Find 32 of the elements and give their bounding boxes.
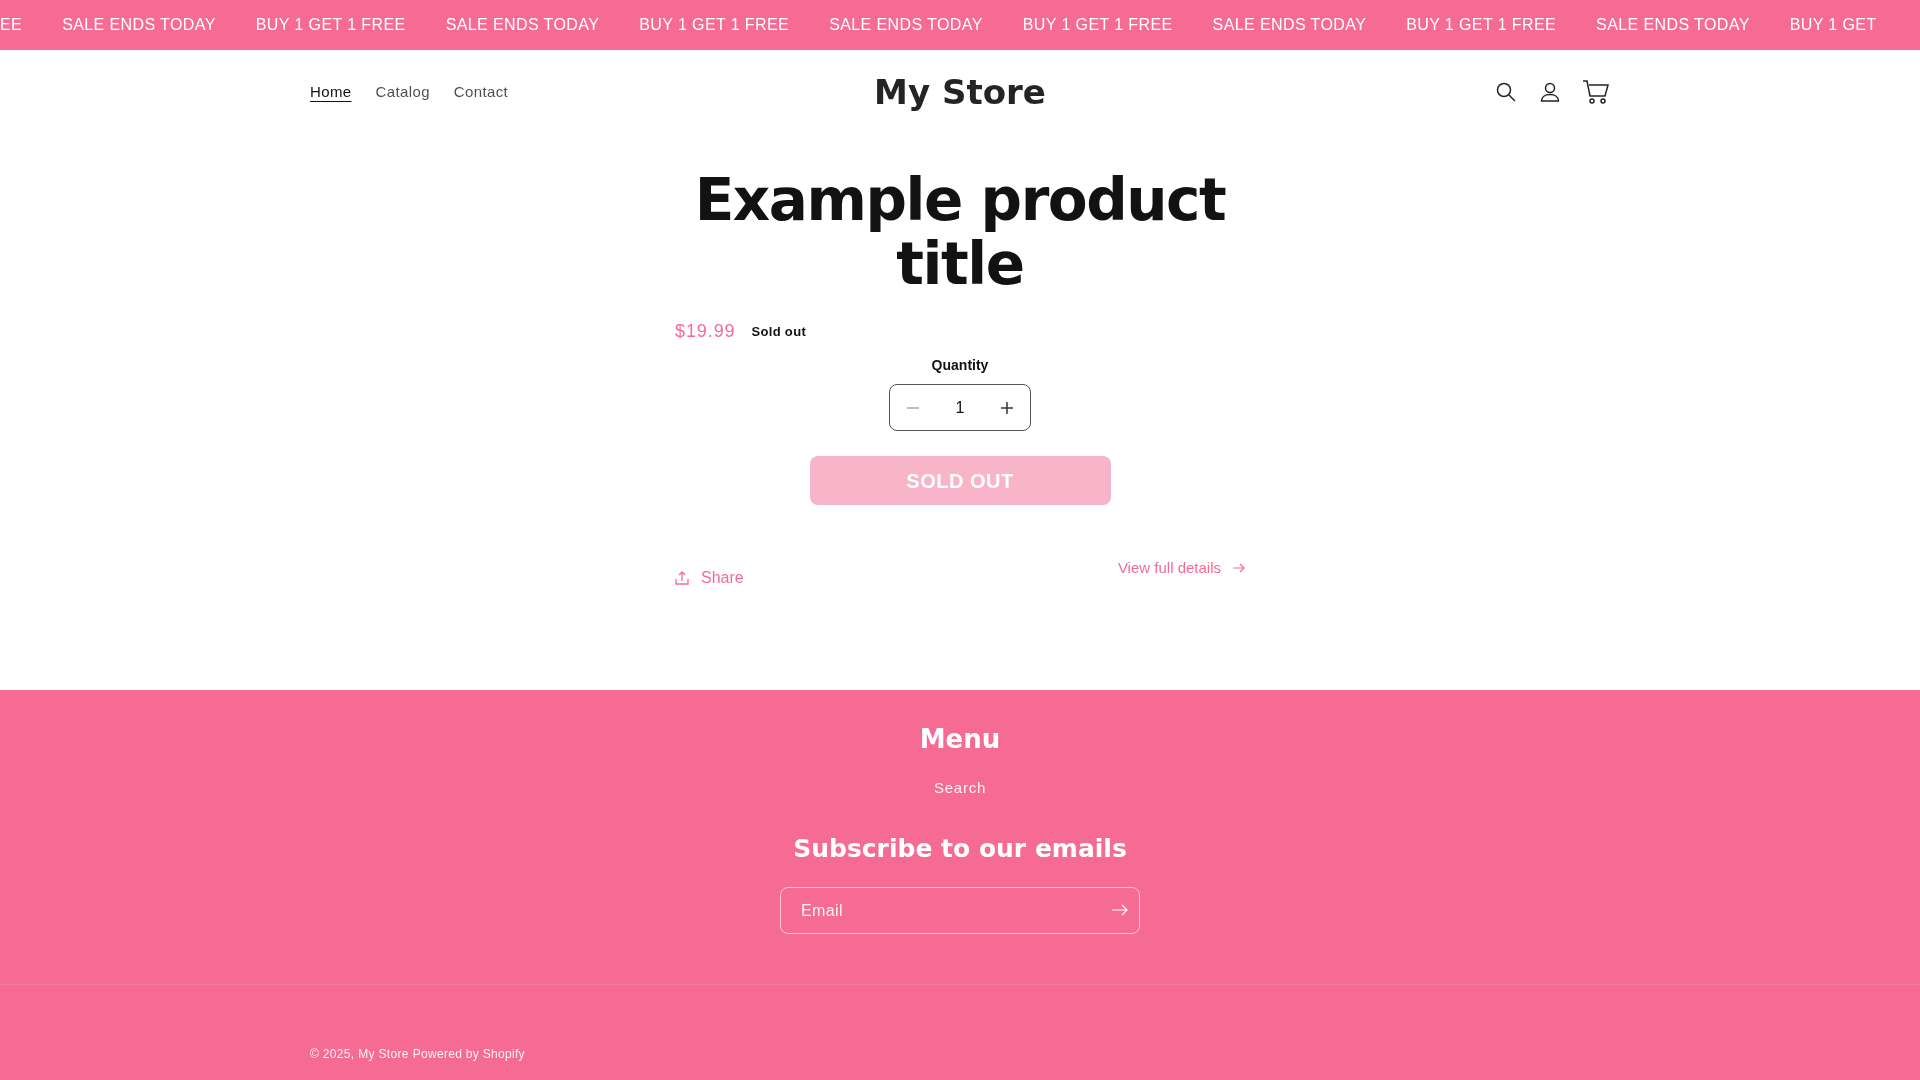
store-logo[interactable]: My Store (874, 66, 1046, 118)
announcement-text: BUY 1 GET 1 FREE (255, 15, 406, 35)
quantity-label: Quantity (931, 356, 989, 375)
plus-icon[interactable] (1000, 400, 1014, 415)
announcement-text: BUY 1 GET 1 FREE (639, 15, 790, 35)
nav-link[interactable]: Catalog (375, 80, 430, 104)
announcement-text: SALE ENDS TODAY (62, 15, 216, 35)
arrow-right-icon (1233, 563, 1245, 574)
sold-out-label: Sold out (751, 322, 807, 341)
submit-arrow-icon[interactable] (1112, 904, 1128, 916)
announcement-text: BUY 1 GET 1 FREE (1022, 15, 1173, 35)
announcement-text: EE (0, 15, 23, 35)
announcement-text: SALE ENDS TODAY (1212, 15, 1367, 35)
quantity-value[interactable]: 1 (955, 395, 965, 420)
product-price: $19.99 (675, 320, 736, 343)
copyright-text: © 2025, (310, 1046, 355, 1063)
announcement-text: SALE ENDS TODAY (445, 15, 600, 35)
nav-link[interactable]: Contact (453, 80, 509, 104)
email-field[interactable]: Email (780, 887, 1140, 934)
footer-menu-heading: Menu (919, 723, 1001, 756)
product-title: Example product title (693, 168, 1227, 296)
search-icon[interactable] (1494, 80, 1518, 104)
announcement-text: BUY 1 GET (1789, 15, 1877, 35)
nav-link[interactable]: Home (310, 80, 352, 104)
announcement-text: SALE ENDS TODAY (1596, 15, 1750, 35)
cart-icon[interactable] (1582, 79, 1610, 105)
newsletter-heading: Subscribe to our emails (793, 832, 1127, 865)
announcement-text: SALE ENDS TODAY (829, 15, 983, 35)
account-icon[interactable] (1538, 80, 1562, 104)
share-icon (675, 570, 689, 585)
announcement-text: BUY 1 GET 1 FREE (1406, 15, 1557, 35)
quantity-field[interactable]: 1 (889, 384, 1031, 431)
